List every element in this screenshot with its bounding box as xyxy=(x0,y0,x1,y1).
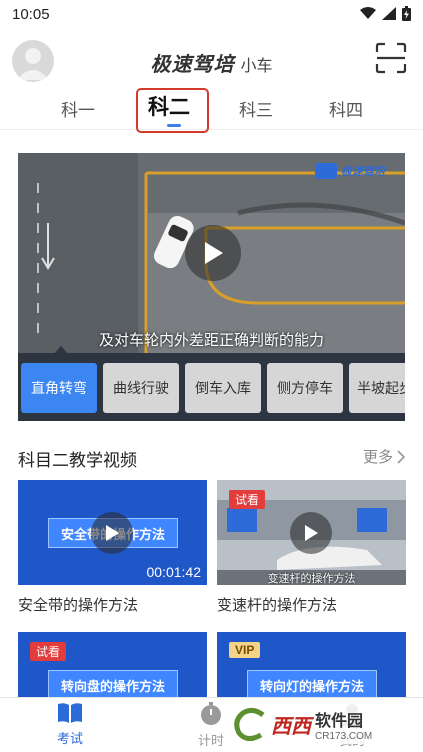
tab-subject-4[interactable]: 科四 xyxy=(316,96,376,121)
main-video-player[interactable]: 极速驾培 及对车轮内外差距正确判断的能力 xyxy=(18,153,405,353)
app-header: 极速驾培 小车 xyxy=(0,36,423,86)
video-card-banner: 转向灯的操作方法 xyxy=(247,670,377,697)
chip-curve-driving[interactable]: 曲线行驶 xyxy=(103,363,179,413)
video-caption[interactable]: 变速杆的操作方法 xyxy=(217,594,337,615)
signal-icon xyxy=(382,7,396,20)
tab-subject-3[interactable]: 科三 xyxy=(226,96,286,121)
watermark-main: 西西 xyxy=(271,715,311,738)
video-card-steering-wheel[interactable]: 试看 转向盘的操作方法 xyxy=(18,632,207,697)
scan-icon[interactable] xyxy=(375,42,407,74)
chip-hill-start[interactable]: 半坡起步 xyxy=(349,363,405,413)
vip-tag: VIP xyxy=(229,642,261,658)
play-icon xyxy=(205,242,223,264)
brand: 极速驾培 小车 xyxy=(0,48,423,77)
play-button[interactable] xyxy=(185,225,241,281)
brand-badge-icon xyxy=(315,163,337,179)
trial-tag: 试看 xyxy=(229,490,266,509)
status-time: 10:05 xyxy=(12,6,50,23)
video-card-seatbelt[interactable]: 安全带的操作方法 00:01:42 xyxy=(18,480,207,585)
video-duration: 00:01:42 xyxy=(146,564,202,580)
chip-reverse-parking[interactable]: 倒车入库 xyxy=(185,363,261,413)
book-icon xyxy=(58,703,82,723)
trial-tag: 试看 xyxy=(30,642,67,661)
status-icons xyxy=(360,6,411,21)
video-overlay-text: 变速杆的操作方法 xyxy=(267,573,356,585)
battery-icon xyxy=(402,6,411,21)
watermark-logo-icon xyxy=(234,707,265,741)
stopwatch-icon xyxy=(201,702,221,725)
play-button[interactable] xyxy=(290,512,332,554)
chip-right-angle-turn[interactable]: 直角转弯 xyxy=(21,363,97,413)
more-link[interactable]: 更多 xyxy=(363,446,405,467)
vehicle-type: 小车 xyxy=(240,58,273,75)
nav-exam[interactable]: 考试 xyxy=(30,702,110,747)
site-watermark: 西西 软件园 CR173.COM xyxy=(233,704,403,744)
section-title: 科目二教学视频 xyxy=(18,451,137,470)
status-bar: 10:05 xyxy=(0,0,423,30)
more-label: 更多 xyxy=(362,449,393,466)
video-card-banner: 转向盘的操作方法 xyxy=(48,670,178,697)
brand-logo: 极速驾培 xyxy=(150,52,235,76)
video-logo: 极速驾培 xyxy=(315,163,385,179)
chevron-right-icon xyxy=(397,449,405,464)
play-icon xyxy=(106,525,119,541)
watermark-text: 软件园 CR173.COM xyxy=(315,712,373,742)
play-icon xyxy=(305,525,318,541)
tab-active-indicator xyxy=(167,124,181,127)
video-subtitle: 及对车轮内外差距正确判断的能力 xyxy=(98,332,324,349)
play-button[interactable] xyxy=(91,512,133,554)
subject-tabs: 科一 科二 科三 科四 xyxy=(0,88,423,130)
tab-subject-1[interactable]: 科一 xyxy=(48,96,108,121)
video-card-gear-lever[interactable]: 试看 变速杆的操作方法 xyxy=(217,480,406,585)
chip-parallel-parking[interactable]: 侧方停车 xyxy=(267,363,343,413)
video-card-turn-signal[interactable]: VIP 转向灯的操作方法 xyxy=(217,632,406,697)
video-caption[interactable]: 安全带的操作方法 xyxy=(18,594,138,615)
maneuver-chip-strip: 直角转弯 曲线行驶 倒车入库 侧方停车 半坡起步 xyxy=(18,353,405,421)
wifi-icon xyxy=(360,7,376,19)
